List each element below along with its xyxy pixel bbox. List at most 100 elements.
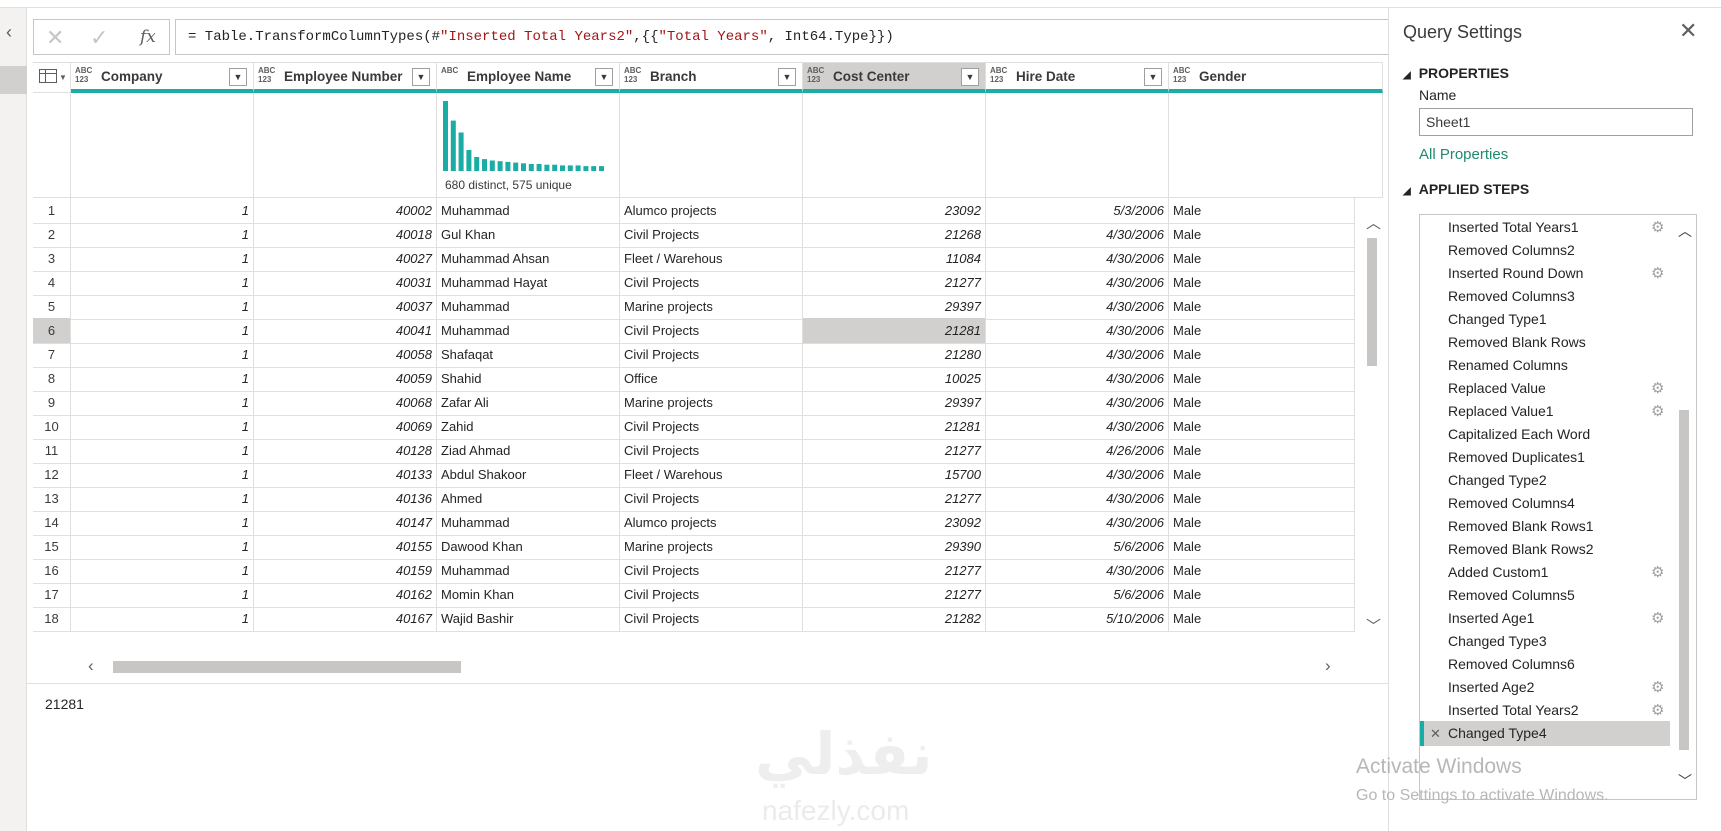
row-number[interactable]: 1	[33, 198, 71, 224]
queries-pane-collapsed[interactable]: ‹	[0, 8, 27, 831]
table-cell[interactable]: Wajid Bashir	[437, 606, 620, 632]
filter-dropdown-icon[interactable]: ▼	[595, 68, 613, 86]
chevron-left-icon[interactable]: ‹	[88, 656, 94, 676]
row-number[interactable]: 4	[33, 270, 71, 296]
table-cell[interactable]: 40037	[254, 294, 437, 320]
applied-step[interactable]: Removed Duplicates1	[1420, 445, 1670, 470]
table-cell[interactable]: 4/30/2006	[986, 486, 1169, 512]
table-cell[interactable]: Shahid	[437, 366, 620, 392]
row-number[interactable]: 6	[33, 318, 71, 344]
applied-step[interactable]: Added Custom1 ⚙	[1420, 560, 1670, 585]
table-cell[interactable]: Civil Projects	[620, 414, 803, 440]
row-number[interactable]: 2	[33, 222, 71, 248]
applied-step[interactable]: Removed Columns4	[1420, 491, 1670, 516]
applied-steps-section[interactable]: ◢ APPLIED STEPS	[1403, 181, 1529, 197]
chevron-up-icon[interactable]: ︿	[1366, 212, 1381, 233]
distribution-bar[interactable]	[599, 166, 604, 171]
filter-dropdown-icon[interactable]: ▼	[778, 68, 796, 86]
distribution-bar[interactable]	[474, 157, 480, 171]
table-cell[interactable]: 5/3/2006	[986, 198, 1169, 224]
gear-icon[interactable]: ⚙	[1651, 261, 1664, 286]
table-cell[interactable]: 10025	[803, 366, 986, 392]
applied-step[interactable]: Removed Columns2	[1420, 238, 1670, 263]
all-properties-link[interactable]: All Properties	[1419, 146, 1508, 163]
table-cell[interactable]: Civil Projects	[620, 318, 803, 344]
distribution-bar[interactable]	[544, 164, 550, 171]
table-cell[interactable]: Male	[1169, 414, 1355, 440]
table-cell[interactable]: Male	[1169, 582, 1355, 608]
row-number[interactable]: 17	[33, 582, 71, 608]
table-cell[interactable]: 40155	[254, 534, 437, 560]
query-name-input[interactable]	[1419, 108, 1693, 136]
distribution-bar[interactable]	[482, 159, 487, 171]
distribution-bar[interactable]	[567, 165, 573, 171]
applied-step[interactable]: Removed Columns6	[1420, 652, 1670, 677]
table-cell[interactable]: Shafaqat	[437, 342, 620, 368]
table-cell[interactable]: 1	[71, 510, 254, 536]
applied-step[interactable]: Removed Blank Rows2	[1420, 537, 1670, 562]
table-cell[interactable]: 1	[71, 342, 254, 368]
table-cell[interactable]: 1	[71, 414, 254, 440]
table-cell[interactable]: 40058	[254, 342, 437, 368]
collapse-triangle-icon[interactable]: ◢	[1403, 70, 1411, 81]
table-cell[interactable]: 4/30/2006	[986, 222, 1169, 248]
applied-step[interactable]: Inserted Total Years2 ⚙	[1420, 698, 1670, 723]
table-cell[interactable]: Male	[1169, 462, 1355, 488]
distribution-bar[interactable]	[552, 164, 558, 171]
table-cell[interactable]: Male	[1169, 318, 1355, 344]
applied-step[interactable]: Inserted Total Years1 ⚙	[1420, 215, 1670, 240]
row-number[interactable]: 10	[33, 414, 71, 440]
table-cell[interactable]: 40027	[254, 246, 437, 272]
table-cell[interactable]: 1	[71, 438, 254, 464]
applied-step[interactable]: Removed Columns5	[1420, 583, 1670, 608]
table-cell[interactable]: Marine projects	[620, 294, 803, 320]
formula-input[interactable]: = Table.TransformColumnTypes(#"Inserted …	[175, 19, 1415, 55]
table-cell[interactable]: Muhammad	[437, 558, 620, 584]
table-cell[interactable]: 4/30/2006	[986, 414, 1169, 440]
distribution-bar[interactable]	[560, 165, 565, 171]
table-cell[interactable]: 1	[71, 606, 254, 632]
table-cell[interactable]: 40136	[254, 486, 437, 512]
scroll-thumb[interactable]	[1679, 410, 1689, 750]
table-cell[interactable]: 21268	[803, 222, 986, 248]
table-cell[interactable]: 23092	[803, 510, 986, 536]
table-cell[interactable]: 29390	[803, 534, 986, 560]
table-cell[interactable]: 40159	[254, 558, 437, 584]
table-cell[interactable]: 1	[71, 222, 254, 248]
table-cell[interactable]: Male	[1169, 438, 1355, 464]
table-cell[interactable]: 1	[71, 294, 254, 320]
distribution-bar[interactable]	[497, 161, 503, 171]
table-cell[interactable]: Male	[1169, 342, 1355, 368]
applied-step[interactable]: Removed Blank Rows	[1420, 330, 1670, 355]
table-cell[interactable]: 5/6/2006	[986, 582, 1169, 608]
applied-step[interactable]: Changed Type2	[1420, 468, 1670, 493]
table-cell[interactable]: 40133	[254, 462, 437, 488]
table-cell[interactable]: Male	[1169, 606, 1355, 632]
column-header[interactable]: ABC Employee Name ▼	[437, 63, 620, 93]
distribution-bar[interactable]	[450, 120, 456, 171]
applied-step[interactable]: ✕ Changed Type4	[1420, 721, 1670, 746]
distribution-bar[interactable]	[443, 101, 448, 171]
row-number[interactable]: 15	[33, 534, 71, 560]
table-cell[interactable]: Male	[1169, 294, 1355, 320]
applied-step[interactable]: Changed Type1	[1420, 307, 1670, 332]
table-cell[interactable]: 21277	[803, 558, 986, 584]
table-cell[interactable]: 4/30/2006	[986, 510, 1169, 536]
table-cell[interactable]: 21282	[803, 606, 986, 632]
table-cell[interactable]: 1	[71, 366, 254, 392]
distribution-bar[interactable]	[458, 132, 464, 172]
close-icon[interactable]: ✕	[46, 25, 64, 51]
row-number[interactable]: 12	[33, 462, 71, 488]
table-cell[interactable]: Muhammad	[437, 294, 620, 320]
table-cell[interactable]: 21281	[803, 318, 986, 344]
gear-icon[interactable]: ⚙	[1651, 215, 1664, 240]
table-cell[interactable]: 1	[71, 270, 254, 296]
row-number[interactable]: 8	[33, 366, 71, 392]
scroll-thumb[interactable]	[1367, 238, 1377, 366]
distribution-bar[interactable]	[583, 166, 589, 171]
table-cell[interactable]: 29397	[803, 390, 986, 416]
table-cell[interactable]: 4/26/2006	[986, 438, 1169, 464]
table-cell[interactable]: 4/30/2006	[986, 318, 1169, 344]
table-cell[interactable]: 40167	[254, 606, 437, 632]
table-cell[interactable]: 4/30/2006	[986, 246, 1169, 272]
